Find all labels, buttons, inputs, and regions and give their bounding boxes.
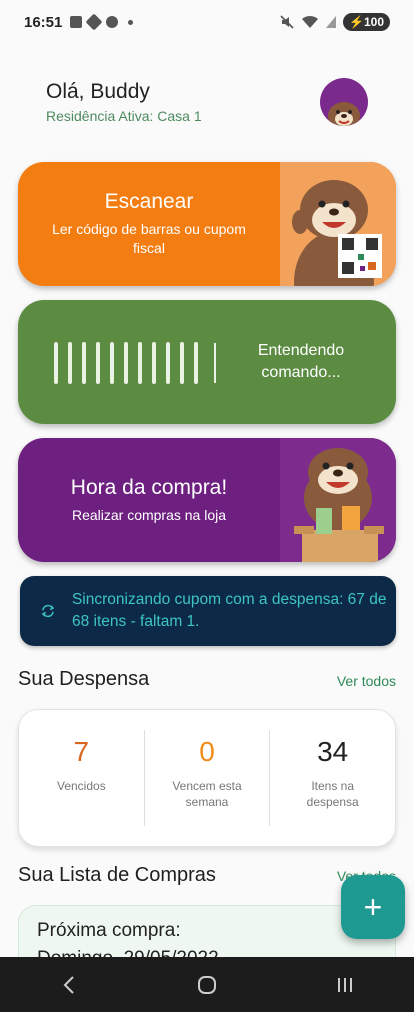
folder-icon — [70, 16, 83, 28]
pantry-title: Sua Despensa — [18, 668, 150, 690]
back-icon — [63, 975, 74, 994]
scan-illustration — [280, 162, 396, 286]
avatar[interactable] — [320, 78, 368, 126]
waveform-bar — [138, 342, 142, 384]
add-button[interactable]: + — [341, 875, 405, 939]
waveform-bar — [124, 342, 128, 384]
scan-subtitle: Ler código de barras ou cupom fiscal — [52, 221, 246, 256]
sync-banner: Sincronizando cupom com a despensa: 67 d… — [20, 576, 396, 646]
waveform-bar — [152, 342, 156, 384]
stat-expired[interactable]: 7 Vencidos — [19, 730, 144, 826]
stat-pantry-items[interactable]: 34 Itens na despensa — [269, 730, 395, 826]
otter-avatar-icon — [328, 102, 360, 126]
scan-title: Escanear — [104, 190, 194, 213]
signal-icon — [326, 16, 337, 28]
otter-qr-icon — [292, 180, 382, 286]
next-purchase-title: Próxima compra: — [37, 920, 181, 941]
waveform-bar — [82, 342, 86, 384]
header: Olá, Buddy Residência Ativa: Casa 1 — [46, 80, 202, 124]
more-notifications-icon — [128, 19, 134, 25]
stat-expired-value: 7 — [73, 736, 90, 767]
chatgpt-icon — [106, 16, 119, 28]
recents-icon — [338, 977, 352, 992]
battery-indicator: ⚡100 — [343, 13, 390, 31]
shopping-subtitle: Realizar compras na loja — [71, 506, 227, 523]
waveform-bar — [54, 342, 58, 384]
sync-message: Sincronizando cupom com a despensa: 67 d… — [71, 591, 387, 630]
stat-items-value: 34 — [317, 736, 349, 767]
greeting: Olá, Buddy — [46, 80, 150, 103]
otter-groceries-icon — [294, 448, 384, 562]
waveform-cursor — [214, 343, 216, 383]
waveform-bar — [166, 342, 170, 384]
pantry-stats-card[interactable]: 7 Vencidos 0 Vencem esta semana 34 Itens… — [18, 709, 396, 847]
stat-expiring-week[interactable]: 0 Vencem esta semana — [143, 730, 270, 826]
wifi-icon — [302, 15, 319, 28]
waveform-bar — [68, 342, 72, 384]
home-icon — [198, 975, 216, 994]
active-residence[interactable]: Residência Ativa: Casa 1 — [46, 108, 202, 124]
pantry-see-all-link[interactable]: Ver todos — [337, 673, 396, 689]
home-button[interactable] — [177, 965, 237, 1005]
scan-card[interactable]: Escanear Ler código de barras ou cupom f… — [18, 162, 396, 286]
shopping-card[interactable]: Hora da compra! Realizar compras na loja — [18, 438, 396, 562]
app-notification-icon — [85, 13, 103, 31]
stat-expiring-value: 0 — [199, 736, 215, 767]
voice-waveform — [54, 342, 216, 384]
shopping-title: Hora da compra! — [70, 475, 228, 499]
waveform-bar — [180, 342, 184, 384]
back-button[interactable] — [39, 965, 99, 1005]
stat-items-label: Itens na despensa — [306, 779, 359, 809]
status-time: 16:51 — [24, 13, 63, 31]
recents-button[interactable] — [315, 965, 375, 1005]
stat-expiring-label: Vencem esta semana — [172, 779, 242, 809]
system-navigation-bar — [0, 957, 414, 1012]
shopping-list-title: Sua Lista de Compras — [18, 864, 216, 886]
shopping-illustration — [280, 438, 396, 562]
waveform-bar — [96, 342, 100, 384]
status-bar: 16:51 ⚡100 — [0, 0, 414, 44]
battery-level: 100 — [363, 15, 384, 29]
stat-expired-label: Vencidos — [56, 779, 106, 793]
waveform-bar — [194, 342, 198, 384]
mute-icon — [280, 15, 294, 29]
sync-icon — [41, 604, 55, 618]
waveform-bar — [110, 342, 114, 384]
voice-status: Entendendo comando... — [257, 342, 345, 381]
